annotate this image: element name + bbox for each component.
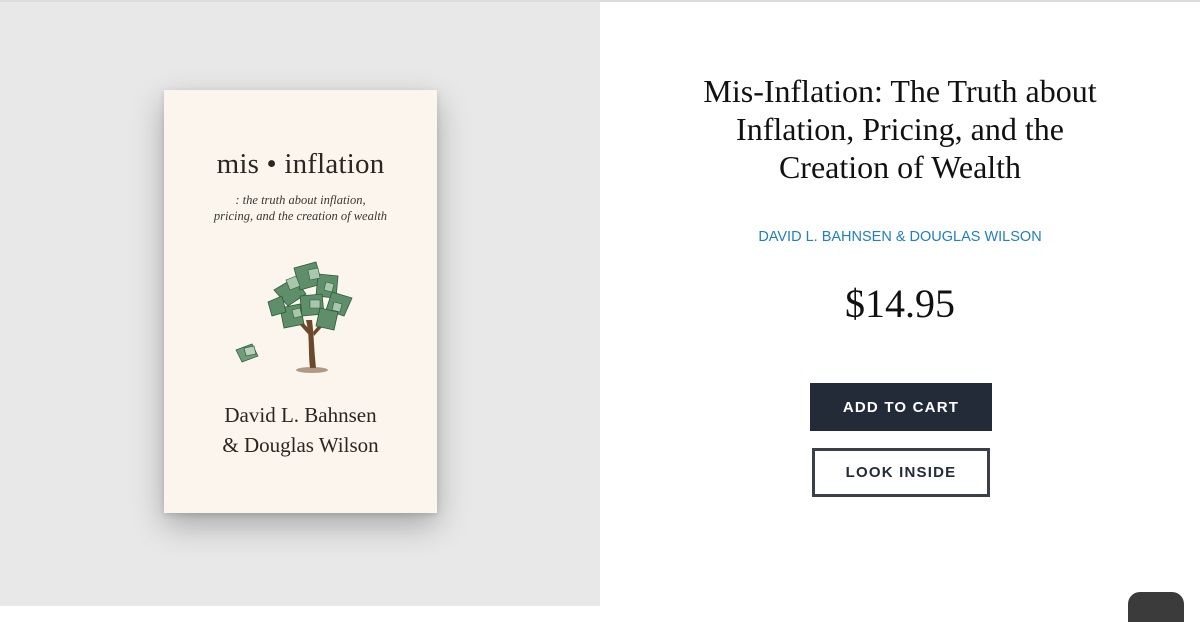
product-price: $14.95 [845, 281, 955, 326]
look-inside-button[interactable]: LOOK INSIDE [812, 448, 990, 497]
money-tree-icon [235, 261, 353, 373]
cover-title: mis • inflation [216, 148, 385, 180]
product-title-line-2: Inflation, Pricing, and the [736, 111, 1064, 147]
chat-widget-icon[interactable] [1128, 592, 1184, 622]
cover-authors: David L. Bahnsen & Douglas Wilson [164, 400, 437, 460]
product-title-line-1: Mis-Inflation: The Truth about [703, 73, 1097, 109]
cover-subtitle-line-2: pricing, and the creation of wealth [213, 209, 388, 223]
cover-author-line-1: David L. Bahnsen [224, 403, 377, 427]
author-link[interactable]: DAVID L. BAHNSEN & DOUGLAS WILSON [640, 229, 1160, 245]
add-to-cart-button[interactable]: ADD TO CART [810, 383, 992, 431]
cover-subtitle-line-1: : the truth about inflation, [235, 193, 366, 207]
product-title: Mis-Inflation: The Truth about Inflation… [640, 72, 1160, 186]
product-title-line-3: Creation of Wealth [778, 149, 1022, 185]
cover-author-line-2: & Douglas Wilson [222, 433, 379, 457]
cover-subtitle: : the truth about inflation, pricing, an… [164, 192, 437, 224]
book-cover-image[interactable]: mis • inflation : the truth about inflat… [164, 90, 437, 513]
